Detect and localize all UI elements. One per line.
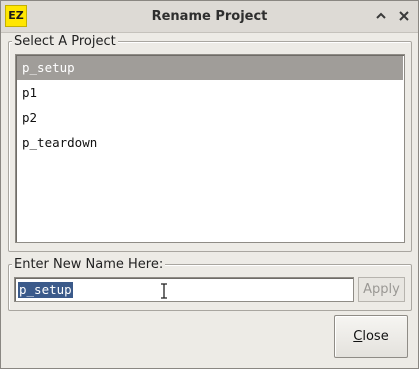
new-name-input[interactable]: p_setup xyxy=(14,277,354,302)
new-name-value: p_setup xyxy=(18,282,73,298)
close-button-label: lose xyxy=(362,329,389,344)
new-name-group: Enter New Name Here: p_setup Apply xyxy=(8,257,412,311)
title-bar[interactable]: EZ Rename Project xyxy=(1,1,418,33)
chevron-up-icon[interactable] xyxy=(373,8,389,24)
project-list-item[interactable]: p_setup xyxy=(17,56,403,80)
rename-project-dialog: EZ Rename Project Select A Project p_set… xyxy=(0,0,419,369)
text-cursor-icon xyxy=(161,283,167,299)
select-project-group: Select A Project p_setup p1 p2 p_teardow… xyxy=(8,34,412,252)
apply-button[interactable]: Apply xyxy=(358,277,405,302)
close-button[interactable]: Close xyxy=(334,315,408,358)
close-button-mnemonic: C xyxy=(353,329,363,344)
project-list-item[interactable]: p_teardown xyxy=(17,131,403,155)
project-listbox[interactable]: p_setup p1 p2 p_teardown xyxy=(15,54,405,243)
project-list-item[interactable]: p1 xyxy=(17,81,403,105)
close-icon[interactable] xyxy=(396,8,412,24)
window-title: Rename Project xyxy=(151,9,268,24)
project-list-item[interactable]: p2 xyxy=(17,106,403,130)
new-name-legend: Enter New Name Here: xyxy=(12,257,166,272)
select-project-legend: Select A Project xyxy=(12,34,118,49)
